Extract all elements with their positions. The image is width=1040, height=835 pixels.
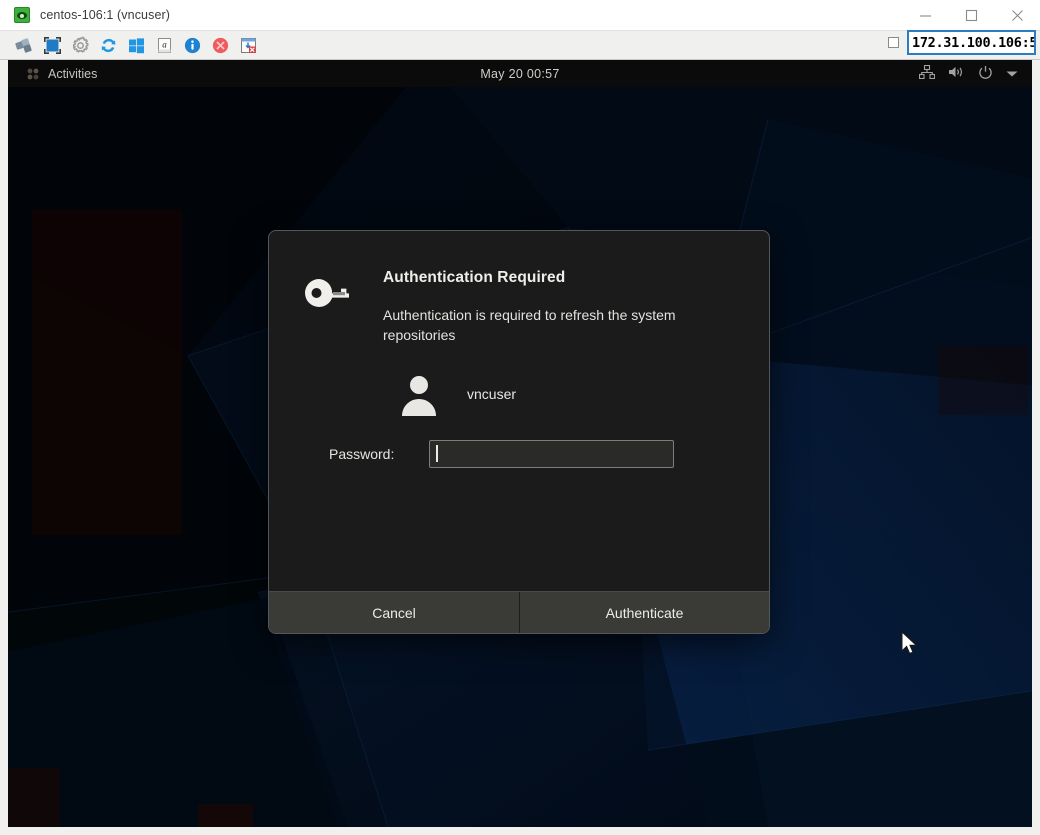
connection-options-icon[interactable]: [12, 34, 36, 57]
key-icon: [303, 267, 359, 346]
window-controls: [902, 0, 1040, 30]
address-value: 172.31.100.106:590: [912, 34, 1034, 51]
chevron-down-icon[interactable]: [1006, 67, 1018, 81]
gnome-status-tray: [918, 64, 1032, 83]
info-icon[interactable]: [180, 34, 204, 57]
remote-desktop-viewport[interactable]: Activities May 20 00:57 Authentication R…: [8, 60, 1032, 827]
network-wired-icon[interactable]: [918, 64, 936, 82]
maximize-button[interactable]: [948, 0, 994, 30]
window-titlebar: centos-106:1 (vncuser): [0, 0, 1040, 31]
auth-dialog-texts: Authentication Required Authentication i…: [383, 267, 735, 346]
address-input[interactable]: 172.31.100.106:590: [907, 30, 1036, 55]
refresh-icon[interactable]: [96, 34, 120, 57]
vnc-toolbar: a 172.31.100.106:: [0, 30, 1040, 60]
clipboard-icon[interactable]: a: [152, 34, 176, 57]
text-caret: [436, 445, 438, 463]
activities-grid-icon: [26, 67, 40, 81]
auth-dialog-body: Authentication Required Authentication i…: [269, 231, 769, 531]
minimize-button[interactable]: [902, 0, 948, 30]
authentication-dialog: Authentication Required Authentication i…: [268, 230, 770, 634]
fullscreen-icon[interactable]: [40, 34, 64, 57]
activities-button[interactable]: Activities: [8, 60, 107, 87]
password-input[interactable]: [429, 439, 674, 468]
user-avatar-icon: [397, 372, 441, 416]
settings-gear-icon[interactable]: [68, 34, 92, 57]
authenticate-button[interactable]: Authenticate: [519, 592, 769, 633]
power-icon[interactable]: [978, 65, 993, 83]
auth-username: vncuser: [467, 385, 517, 402]
auth-user-row: vncuser: [397, 372, 735, 416]
auth-dialog-footer: Cancel Authenticate: [269, 591, 769, 633]
address-checkbox[interactable]: [888, 37, 899, 48]
volume-icon[interactable]: [948, 65, 965, 82]
password-label: Password:: [329, 445, 395, 462]
close-button[interactable]: [994, 0, 1040, 30]
ctrl-alt-del-icon[interactable]: [124, 34, 148, 57]
vnc-viewer-icon: [14, 7, 30, 23]
address-bar: 172.31.100.106:590: [888, 30, 1036, 55]
auth-dialog-message: Authentication is required to refresh th…: [383, 307, 676, 344]
cancel-button[interactable]: Cancel: [269, 592, 519, 633]
save-session-icon[interactable]: [236, 34, 260, 57]
vnc-viewer-window: centos-106:1 (vncuser) a 172.31.100.106:…: [0, 0, 1040, 835]
disconnect-icon[interactable]: [208, 34, 232, 57]
window-title: centos-106:1 (vncuser): [40, 8, 171, 22]
gnome-clock[interactable]: May 20 00:57: [8, 67, 1032, 81]
svg-text:a: a: [162, 39, 167, 49]
gnome-top-bar: Activities May 20 00:57: [8, 60, 1032, 87]
auth-dialog-header: Authentication Required Authentication i…: [303, 267, 735, 346]
activities-label: Activities: [48, 66, 98, 81]
auth-password-row: Password:: [329, 439, 735, 468]
auth-dialog-title: Authentication Required: [383, 269, 566, 286]
